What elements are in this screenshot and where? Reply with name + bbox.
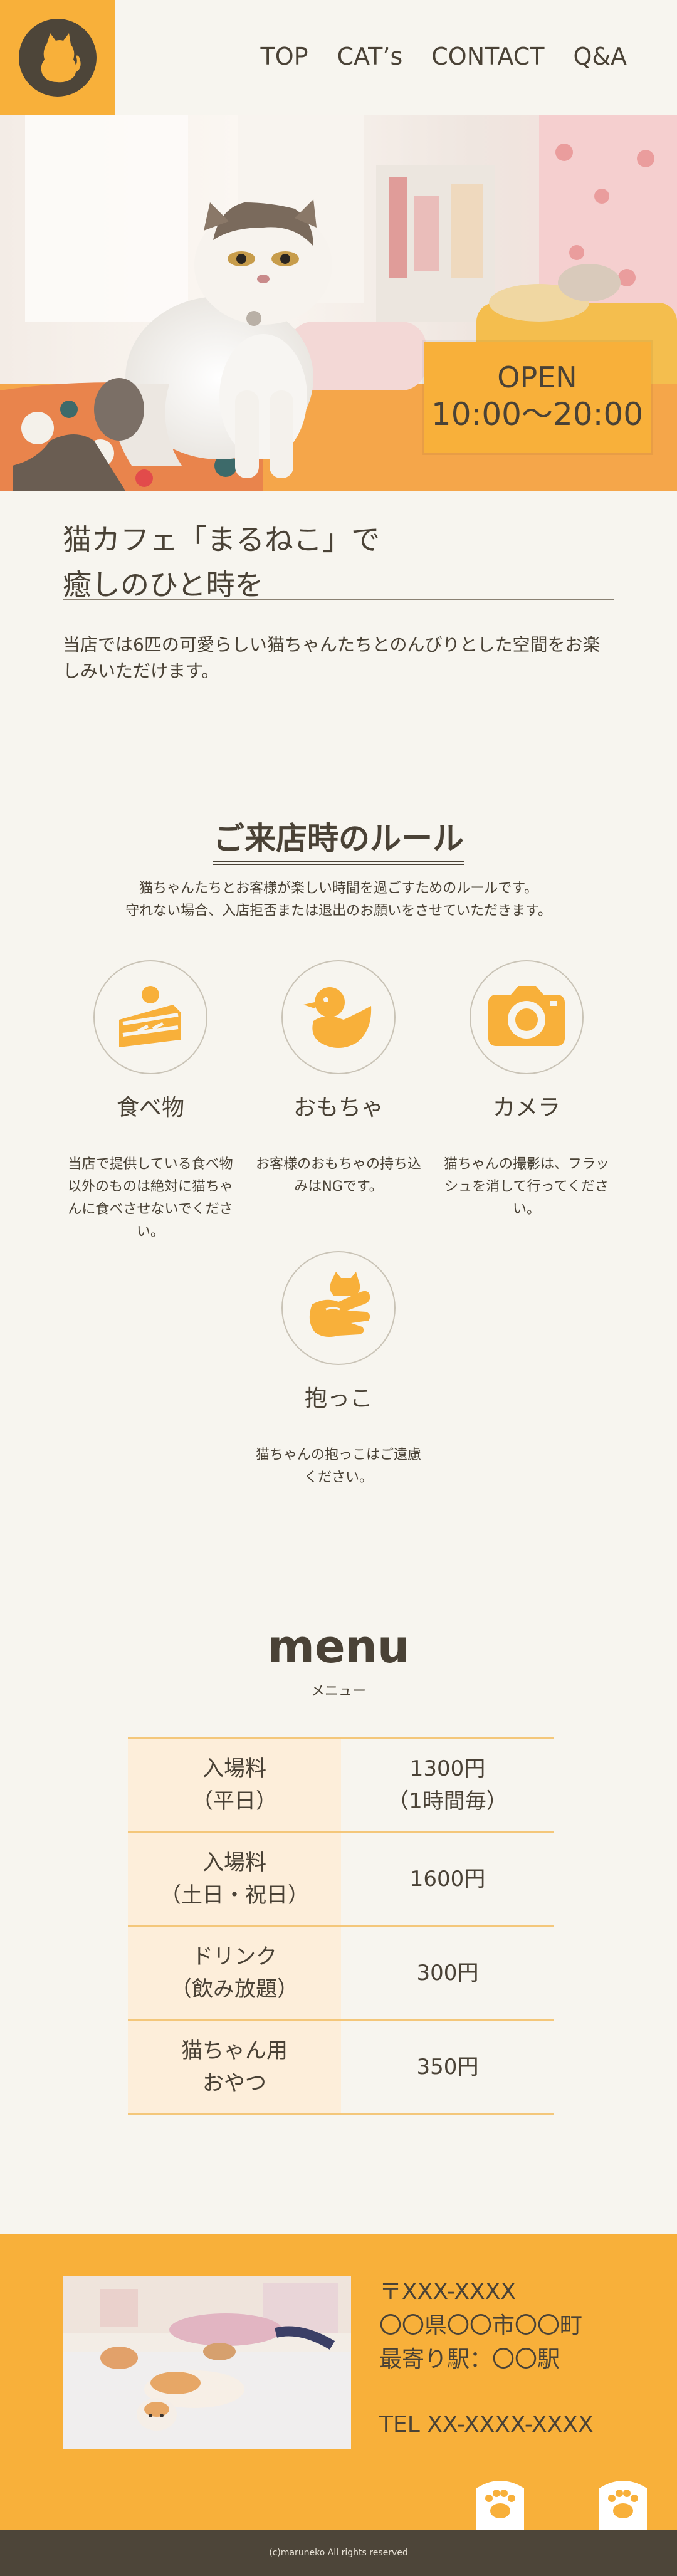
- menu-title: menu: [267, 1620, 410, 1673]
- site-header: TOP CAT’s CONTACT Q&A: [0, 0, 677, 115]
- rules-desc-line1: 猫ちゃんたちとお客様が楽しい時間を過ごすためのルールです。: [139, 881, 538, 896]
- menu-item-price: 300円: [341, 1925, 554, 2020]
- opening-hours: 10:00〜20:00: [431, 396, 644, 433]
- footer-zip: 〒XXX-XXXX: [379, 2279, 517, 2305]
- menu-item-name-line2: （飲み放題）: [171, 1977, 298, 2002]
- menu-item-price-line1: 300円: [416, 1961, 479, 1986]
- nav-link-contact[interactable]: CONTACT: [431, 43, 544, 70]
- menu-item-name-line1: 入場料: [202, 1756, 266, 1781]
- intro-title: 猫カフェ「まるねこ」で 癒しのひと時を: [63, 517, 614, 607]
- nav-link-top[interactable]: TOP: [261, 43, 308, 70]
- rule-toys: おもちゃ お客様のおもちゃの持ち込みはNGです。: [251, 960, 426, 1198]
- rule-camera: カメラ 猫ちゃんの撮影は、フラッシュを消して行ってください。: [439, 960, 614, 1221]
- footer-kittens-photo: [63, 2276, 351, 2449]
- menu-item-name-line2: （土日・祝日）: [160, 1883, 309, 1908]
- rule-food-text: 当店で提供している食べ物以外のものは絶対に猫ちゃんに食べさせないでください。: [68, 1156, 234, 1240]
- rules-desc-line2: 守れない場合、入店拒否または退出のお願いをさせていただきます。: [125, 903, 552, 919]
- menu-item-name: 猫ちゃん用 おやつ: [128, 2019, 341, 2115]
- menu-item-name: ドリンク （飲み放題）: [128, 1925, 341, 2020]
- table-row: 入場料 （土日・祝日） 1600円: [128, 1831, 554, 1926]
- paw-icon: [476, 2481, 524, 2531]
- cake-icon: [93, 960, 207, 1074]
- intro-title-line1: 猫カフェ「まるねこ」で: [63, 523, 380, 557]
- rules-heading-text: ご来店時のルール: [213, 814, 464, 865]
- duck-toy-icon: [281, 960, 396, 1074]
- rule-food: 食べ物 当店で提供している食べ物以外のものは絶対に猫ちゃんに食べさせないでくださ…: [63, 960, 238, 1243]
- nav-link-cats[interactable]: CAT’s: [337, 43, 403, 70]
- intro-text: 当店では6匹の可愛らしい猫ちゃんたちとのんびりとした空間をお楽しみいただけます。: [63, 634, 601, 681]
- menu-item-price-line1: 350円: [416, 2055, 479, 2080]
- footer-address: 〒XXX-XXXX 〇〇県〇〇市〇〇町 最寄り駅：〇〇駅: [379, 2275, 582, 2377]
- rules-heading: ご来店時のルール: [0, 814, 677, 865]
- paw-icon: [599, 2481, 647, 2531]
- hero-image: OPEN 10:00〜20:00: [0, 115, 677, 491]
- footer-tel[interactable]: TEL XX-XXXX-XXXX: [379, 2412, 594, 2437]
- opening-hours-box: OPEN 10:00〜20:00: [424, 342, 651, 453]
- table-row: 猫ちゃん用おやつ 350円: [128, 2019, 554, 2115]
- menu-item-name-line1: ドリンク: [192, 1944, 277, 1969]
- table-row: 入場料 （平日） 1300円 （1時間毎）: [128, 1737, 554, 1832]
- open-label: OPEN: [497, 360, 577, 395]
- menu-item-name: 入場料 （土日・祝日）: [128, 1831, 341, 1926]
- rule-hug-title: 抱っこ: [304, 1386, 372, 1411]
- rule-hug: 抱っこ 猫ちゃんの抱っこはご遠慮ください。: [251, 1251, 426, 1489]
- menu-item-name-line2: （平日）: [192, 1789, 277, 1814]
- table-row: ドリンク （飲み放題） 300円: [128, 1925, 554, 2020]
- rule-camera-title: カメラ: [492, 1095, 560, 1121]
- menu-item-name-line2: おやつ: [202, 2071, 266, 2096]
- rule-hug-text: 猫ちゃんの抱っこはご遠慮ください。: [256, 1447, 422, 1485]
- cat-logo-icon: [18, 18, 97, 97]
- camera-icon: [470, 960, 584, 1074]
- menu-item-name-line1: 入場料: [202, 1850, 266, 1875]
- copyright: (c)maruneko All rights reserved: [0, 2530, 677, 2576]
- menu-item-price-line1: 1600円: [409, 1867, 486, 1892]
- footer-station: 最寄り駅：〇〇駅: [379, 2347, 560, 2372]
- rule-camera-text: 猫ちゃんの撮影は、フラッシュを消して行ってください。: [444, 1156, 610, 1217]
- logo[interactable]: [0, 0, 115, 115]
- intro-title-line2: 癒しのひと時を: [63, 568, 264, 602]
- site-footer: 〒XXX-XXXX 〇〇県〇〇市〇〇町 最寄り駅：〇〇駅 TEL XX-XXXX…: [0, 2234, 677, 2531]
- rules-description: 猫ちゃんたちとお客様が楽しい時間を過ごすためのルールです。 守れない場合、入店拒…: [0, 877, 677, 923]
- menu-item-price: 1300円 （1時間毎）: [341, 1737, 554, 1832]
- rule-toys-text: お客様のおもちゃの持ち込みはNGです。: [256, 1156, 422, 1195]
- menu-item-price: 1600円: [341, 1831, 554, 1926]
- intro-divider: [63, 599, 614, 600]
- menu-item-name-line1: 猫ちゃん用: [181, 2038, 288, 2063]
- rule-food-title: 食べ物: [116, 1095, 184, 1121]
- menu-item-price-line1: 1300円: [409, 1756, 486, 1781]
- nav-link-qa[interactable]: Q&A: [573, 43, 627, 70]
- menu-item-price: 350円: [341, 2019, 554, 2115]
- rule-toys-title: おもちゃ: [293, 1095, 384, 1121]
- menu-item-price-line2: （1時間毎）: [387, 1789, 508, 1814]
- main-nav: TOP CAT’s CONTACT Q&A: [261, 43, 627, 70]
- menu-table: 入場料 （平日） 1300円 （1時間毎） 入場料 （土日・祝日） 1600円 ドリン…: [128, 1737, 554, 2115]
- menu-item-name: 入場料 （平日）: [128, 1737, 341, 1832]
- hug-cat-icon: [281, 1251, 396, 1365]
- footer-address-line: 〇〇県〇〇市〇〇町: [379, 2313, 583, 2338]
- menu-subtitle: メニュー: [310, 1683, 366, 1699]
